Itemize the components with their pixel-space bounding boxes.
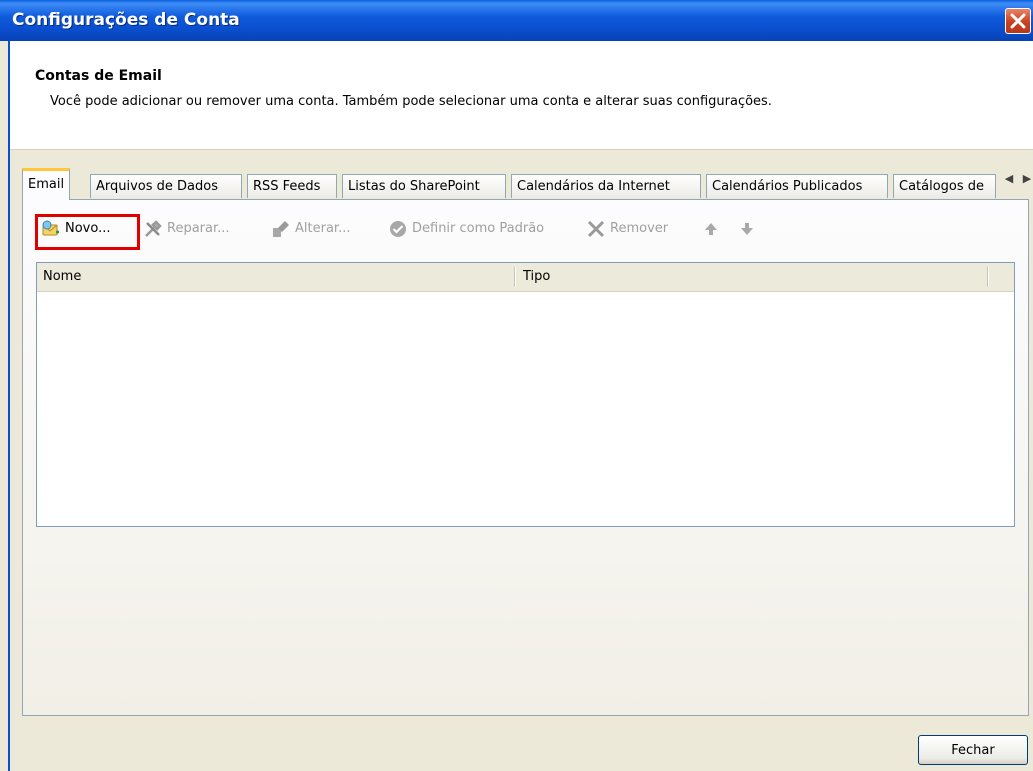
tab-email[interactable]: Email xyxy=(22,168,70,200)
move-up-button[interactable] xyxy=(701,218,721,240)
tab-scroll-buttons: ◀ ▶ xyxy=(1000,172,1033,190)
account-settings-window: Configurações de Conta Contas de Email V… xyxy=(0,0,1033,771)
tab-sharepoint-lists[interactable]: Listas do SharePoint xyxy=(342,174,506,198)
tab-label: RSS Feeds xyxy=(253,179,321,194)
repair-label: Reparar... xyxy=(167,221,230,236)
column-header-label: Tipo xyxy=(523,269,551,284)
email-tab-page: Novo... Reparar... Alterar... Definir co… xyxy=(22,199,1029,716)
title-bar[interactable]: Configurações de Conta xyxy=(0,0,1033,41)
window-title: Configurações de Conta xyxy=(12,10,240,30)
tab-scroll-right-icon[interactable]: ▶ xyxy=(1018,172,1033,185)
section-title: Contas de Email xyxy=(35,68,162,84)
column-header-label: Nome xyxy=(43,269,82,284)
check-icon xyxy=(390,221,406,237)
tab-label: Arquivos de Dados xyxy=(96,179,219,194)
change-button[interactable]: Alterar... xyxy=(271,218,376,240)
repair-button[interactable]: Reparar... xyxy=(143,218,253,240)
new-account-button[interactable]: Novo... xyxy=(41,218,136,240)
list-header: Nome Tipo xyxy=(37,263,1014,292)
tab-label: Calendários da Internet xyxy=(517,179,670,194)
repair-icon xyxy=(145,220,162,237)
set-default-button[interactable]: Definir como Padrão xyxy=(388,218,568,240)
column-separator[interactable] xyxy=(987,267,989,287)
new-account-label: Novo... xyxy=(65,221,111,236)
arrow-down-icon xyxy=(741,223,753,235)
column-header-type[interactable]: Tipo xyxy=(517,263,987,291)
tab-published-calendars[interactable]: Calendários Publicados xyxy=(706,174,888,198)
tab-label: Listas do SharePoint xyxy=(348,179,480,194)
change-icon xyxy=(273,221,289,237)
section-description: Você pode adicionar ou remover uma conta… xyxy=(50,94,772,109)
close-icon xyxy=(1010,13,1026,29)
column-separator[interactable] xyxy=(514,267,516,287)
remove-button[interactable]: Remover xyxy=(586,218,686,240)
window-left-border xyxy=(8,41,10,771)
new-account-icon xyxy=(42,220,59,236)
column-header-name[interactable]: Nome xyxy=(37,263,515,291)
tab-address-books[interactable]: Catálogos de xyxy=(893,174,996,198)
change-label: Alterar... xyxy=(295,221,351,236)
tab-internet-calendars[interactable]: Calendários da Internet xyxy=(511,174,701,198)
tab-rss-feeds[interactable]: RSS Feeds xyxy=(247,174,337,198)
arrow-up-icon xyxy=(705,223,717,235)
close-window-button[interactable] xyxy=(1005,8,1031,34)
tab-label: Catálogos de xyxy=(899,179,985,194)
remove-label: Remover xyxy=(610,221,669,236)
tab-label: Email xyxy=(28,177,65,192)
header-panel: Contas de Email Você pode adicionar ou r… xyxy=(10,41,1033,150)
remove-icon xyxy=(587,220,605,238)
tab-scroll-left-icon[interactable]: ◀ xyxy=(1000,172,1018,185)
set-default-label: Definir como Padrão xyxy=(412,221,545,236)
tab-data-files[interactable]: Arquivos de Dados xyxy=(90,174,242,198)
move-down-button[interactable] xyxy=(737,218,757,240)
tab-strip: Email Arquivos de Dados RSS Feeds Listas… xyxy=(22,168,1033,200)
account-list[interactable]: Nome Tipo xyxy=(36,262,1015,527)
close-button[interactable]: Fechar xyxy=(918,735,1028,765)
tab-label: Calendários Publicados xyxy=(712,179,863,194)
